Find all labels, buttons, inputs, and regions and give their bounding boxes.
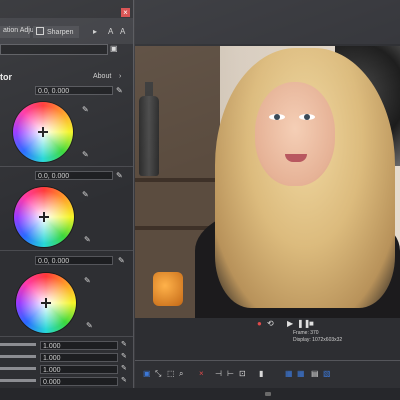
preset-save-icon[interactable]: ▣ xyxy=(110,45,118,53)
eyedropper-icon[interactable]: ✎ xyxy=(82,191,89,199)
trim-icon[interactable]: ⊣ xyxy=(215,370,222,378)
auto-ripple-icon[interactable]: ▦ xyxy=(297,370,305,378)
person-face xyxy=(255,82,335,186)
split-icon[interactable]: ⊢ xyxy=(227,370,234,378)
shelf-board xyxy=(135,178,220,182)
slider-value-field[interactable]: 1.000 xyxy=(40,341,118,350)
wheel-value-field[interactable]: 0.0, 0.000 xyxy=(35,171,113,180)
eyedropper-icon[interactable]: ✎ xyxy=(82,151,89,159)
slider-track[interactable] xyxy=(0,367,36,370)
screen: ⚙ ▤ × ation Adjust Sharpen ▸ A A ▣ tor A… xyxy=(0,0,400,388)
video-preview-frame[interactable] xyxy=(135,46,400,318)
video-preview-area: ● ⟲ ▶ ❚❚ ■ Frame: 370 Display: 1072x603x… xyxy=(135,0,400,388)
fx-tabbar: ation Adjust Sharpen ▸ A A xyxy=(0,18,133,44)
display-readout: Display: 1072x603x32 xyxy=(293,337,343,343)
preview-toolbar xyxy=(135,0,400,44)
crossfade-icon[interactable]: ▧ xyxy=(323,370,331,378)
envelope-tool-icon[interactable]: ⤡ xyxy=(155,370,161,378)
orange-jar xyxy=(153,272,183,306)
bottle xyxy=(139,96,159,176)
frame-readout: Frame: 370 xyxy=(293,330,319,336)
loop-icon[interactable]: ⟲ xyxy=(267,320,274,328)
tab-label: Sharpen xyxy=(47,29,74,36)
marker-icon[interactable]: ▮ xyxy=(259,370,263,378)
eyedropper-icon[interactable]: ✎ xyxy=(84,277,91,285)
reset-icon[interactable]: ✎ xyxy=(121,341,129,349)
slider-value-field[interactable]: 0.000 xyxy=(40,377,118,386)
slider-value-field[interactable]: 1.000 xyxy=(40,365,118,374)
reset-icon[interactable]: ✎ xyxy=(121,377,129,385)
divider xyxy=(0,166,133,167)
panel-title: tor xyxy=(0,72,12,82)
normal-edit-tool-icon[interactable]: ▣ xyxy=(143,370,151,378)
slider-track[interactable] xyxy=(0,355,36,358)
eyedropper-icon[interactable]: ✎ xyxy=(116,87,123,95)
monitor-bezel: ⚙ ▤ × ation Adjust Sharpen ▸ A A ▣ tor A… xyxy=(0,0,400,400)
tab-sharpen[interactable]: Sharpen xyxy=(33,26,79,38)
transport-controls: ● ⟲ ▶ ❚❚ ■ Frame: 370 Display: 1072x603x… xyxy=(135,318,400,343)
slider-row: 0.000 ✎ xyxy=(0,377,133,386)
divider xyxy=(0,250,133,251)
stop-icon[interactable]: ■ xyxy=(309,320,314,328)
person-eye xyxy=(269,114,285,120)
play-icon[interactable]: ▶ xyxy=(287,320,293,328)
divider xyxy=(0,336,133,337)
timeline-toolbar: ▣ ⤡ ⬚ ⌕ × ⊣ ⊢ ⊡ ▮ ▦ ▦ ▤ ▧ xyxy=(135,360,400,388)
slider-row: 1.000 ✎ xyxy=(0,353,133,362)
eyedropper-icon[interactable]: ✎ xyxy=(86,322,93,330)
eyedropper-icon[interactable]: ✎ xyxy=(116,172,123,180)
eyedropper-icon[interactable]: ✎ xyxy=(82,106,89,114)
lock-icon[interactable]: ⊡ xyxy=(239,370,246,378)
slider-value-field[interactable]: 1.000 xyxy=(40,353,118,362)
eyedropper-icon[interactable]: ✎ xyxy=(84,236,91,244)
monitor-logo xyxy=(265,392,271,396)
panel-header: tor About › xyxy=(0,68,133,84)
tab-a-icon[interactable]: A xyxy=(108,28,116,36)
person-eye xyxy=(299,114,315,120)
reset-icon[interactable]: ✎ xyxy=(121,353,129,361)
eyedropper-icon[interactable]: ✎ xyxy=(118,257,125,265)
about-chevron-icon[interactable]: › xyxy=(119,73,121,80)
zoom-tool-icon[interactable]: ⌕ xyxy=(179,370,183,378)
slider-row: 1.000 ✎ xyxy=(0,341,133,350)
checkbox-icon[interactable] xyxy=(36,27,44,35)
wheel-value-field[interactable]: 0.0, 0.000 xyxy=(35,86,113,95)
slider-track[interactable] xyxy=(0,343,36,346)
grid-icon[interactable]: ▤ xyxy=(311,370,319,378)
tab-arrow-icon[interactable]: ▸ xyxy=(93,28,101,36)
preset-dropdown[interactable] xyxy=(0,44,108,55)
tab-a2-icon[interactable]: A xyxy=(120,28,128,36)
selection-tool-icon[interactable]: ⬚ xyxy=(167,370,175,378)
snap-icon[interactable]: ▦ xyxy=(285,370,293,378)
slider-row: 1.000 ✎ xyxy=(0,365,133,374)
tab-color-adjust[interactable]: ation Adjust xyxy=(0,26,39,38)
reset-icon[interactable]: ✎ xyxy=(121,365,129,373)
about-link[interactable]: About xyxy=(93,73,111,80)
close-button[interactable]: × xyxy=(121,8,130,17)
wheel-crosshair-icon[interactable] xyxy=(38,127,48,137)
wheel-crosshair-icon[interactable] xyxy=(41,298,51,308)
wheel-value-field[interactable]: 0.0, 0.000 xyxy=(35,256,113,265)
wheel-crosshair-icon[interactable] xyxy=(39,212,49,222)
delete-icon[interactable]: × xyxy=(199,370,204,378)
video-fx-panel: ⚙ ▤ × ation Adjust Sharpen ▸ A A ▣ tor A… xyxy=(0,0,134,388)
slider-track[interactable] xyxy=(0,379,36,382)
record-icon[interactable]: ● xyxy=(257,320,262,328)
